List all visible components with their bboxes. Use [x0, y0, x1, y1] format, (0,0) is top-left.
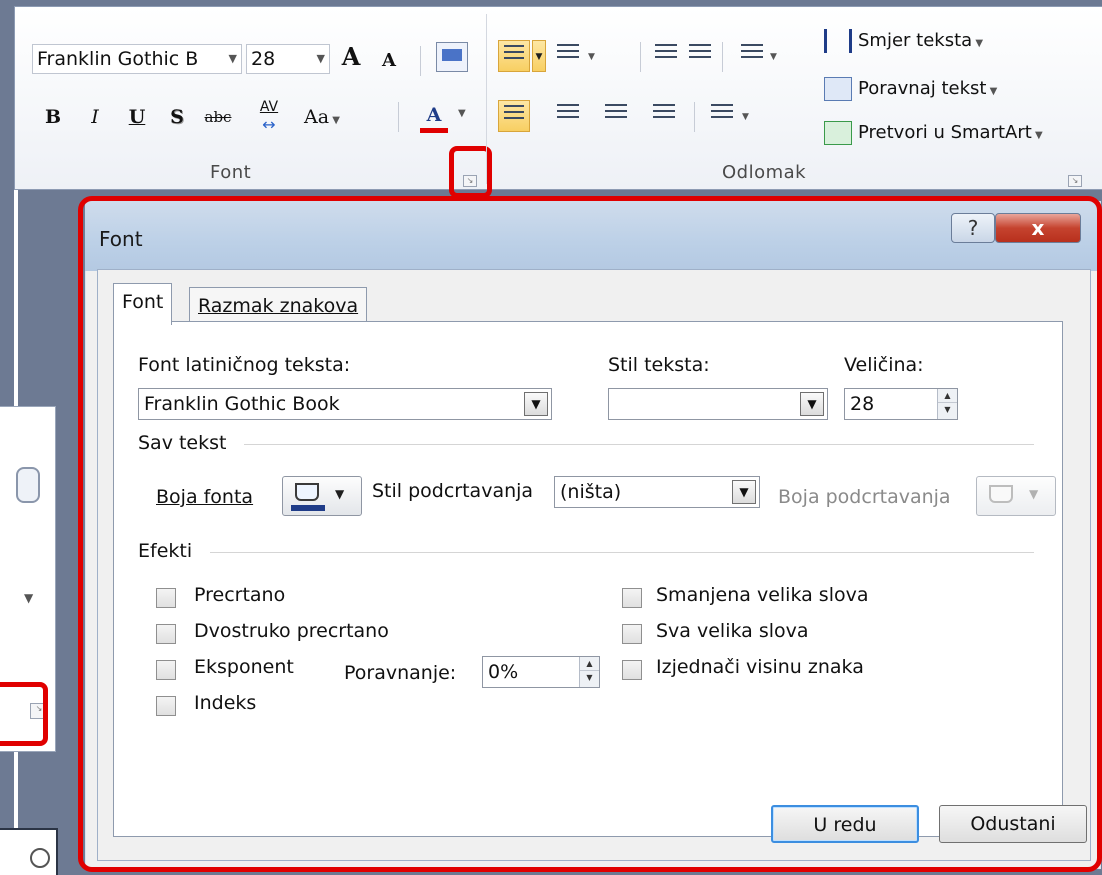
separator: [640, 42, 641, 72]
italic-icon: I: [91, 106, 99, 128]
character-spacing-button[interactable]: AV ↔: [244, 98, 294, 134]
chevron-down-icon: ▼: [228, 52, 237, 65]
align-text-icon: [824, 77, 852, 101]
chevron-down-icon: ▼: [770, 52, 777, 62]
chevron-down-icon: ▼: [1031, 130, 1043, 141]
grow-font-icon: A: [341, 42, 361, 71]
double-arrow-icon: ↔: [262, 115, 276, 134]
text-direction-icon: [824, 29, 852, 53]
paragraph-group-label: Odlomak: [722, 162, 807, 183]
chevron-down-icon: ▼: [742, 112, 749, 122]
shrink-font-button[interactable]: A: [372, 44, 406, 78]
chevron-down-icon: ▼: [986, 86, 998, 97]
separator: [398, 102, 399, 132]
circle-icon: [30, 848, 50, 868]
font-size-select[interactable]: 28 ▼: [246, 44, 330, 74]
separator: [694, 102, 695, 132]
align-center-icon[interactable]: [552, 100, 584, 132]
align-text-button[interactable]: Poravnaj tekst ▼: [824, 76, 997, 105]
paint-icon: [16, 467, 40, 503]
strikethrough-button[interactable]: abc: [198, 100, 238, 134]
justify-icon[interactable]: [648, 100, 680, 132]
columns-icon[interactable]: [706, 100, 738, 132]
separator: [722, 42, 723, 72]
change-case-icon: Aa: [304, 106, 330, 128]
tab-font[interactable]: Font: [113, 283, 173, 325]
font-name-value: Franklin Gothic B: [37, 48, 199, 70]
chevron-down-icon: ▼: [588, 52, 595, 62]
group-separator: [486, 14, 487, 184]
font-color-bar: [420, 128, 448, 133]
character-spacing-icon: AV: [259, 99, 279, 115]
zoom-panel-bottom: [0, 828, 58, 875]
text-direction-label: Smjer teksta: [858, 30, 973, 51]
shadow-button[interactable]: S: [162, 100, 192, 134]
strikethrough-icon: abc: [204, 108, 232, 126]
chevron-down-icon[interactable]: ▼: [532, 40, 546, 72]
font-name-select[interactable]: Franklin Gothic B ▼: [32, 44, 242, 74]
font-color-icon: A: [426, 104, 442, 126]
chevron-down-icon: ▼: [24, 591, 34, 605]
underline-icon: U: [128, 106, 146, 128]
paragraph-dialog-launcher-icon[interactable]: ↘: [1068, 175, 1082, 187]
bold-icon: B: [44, 106, 62, 128]
convert-smartart-label: Pretvori u SmartArt: [858, 122, 1032, 143]
tab-font-label: Font: [122, 291, 164, 313]
bullets-button[interactable]: [498, 40, 530, 72]
numbering-button[interactable]: [552, 40, 584, 72]
align-left-button[interactable]: [498, 100, 530, 132]
convert-smartart-button[interactable]: Pretvori u SmartArt ▼: [824, 120, 1043, 149]
increase-indent-icon[interactable]: [684, 40, 716, 72]
italic-button[interactable]: I: [80, 100, 110, 134]
underline-button[interactable]: U: [122, 100, 152, 134]
decrease-indent-icon[interactable]: [650, 40, 682, 72]
shadow-icon: S: [170, 106, 184, 128]
mini-launcher-highlight: [0, 682, 48, 746]
font-color-button[interactable]: A: [414, 98, 454, 133]
dialog-highlight: [78, 196, 1102, 872]
align-text-label: Poravnaj tekst: [858, 78, 987, 99]
separator: [420, 46, 421, 76]
clear-format-icon[interactable]: [436, 42, 468, 72]
chevron-down-icon: ▼: [329, 115, 340, 126]
smartart-icon: [824, 121, 852, 145]
chevron-down-icon: ▼: [458, 108, 466, 119]
chevron-down-icon: ▼: [316, 52, 325, 65]
grow-font-button[interactable]: A: [334, 40, 368, 74]
line-spacing-icon[interactable]: [736, 40, 768, 72]
font-size-value: 28: [251, 48, 276, 70]
text-direction-button[interactable]: Smjer teksta ▼: [824, 28, 983, 57]
font-group-label: Font: [210, 162, 252, 183]
align-right-icon[interactable]: [600, 100, 632, 132]
bold-button[interactable]: B: [38, 100, 68, 134]
chevron-down-icon: ▼: [972, 38, 984, 49]
change-case-button[interactable]: Aa ▼: [296, 100, 348, 138]
shrink-font-icon: A: [382, 50, 396, 71]
